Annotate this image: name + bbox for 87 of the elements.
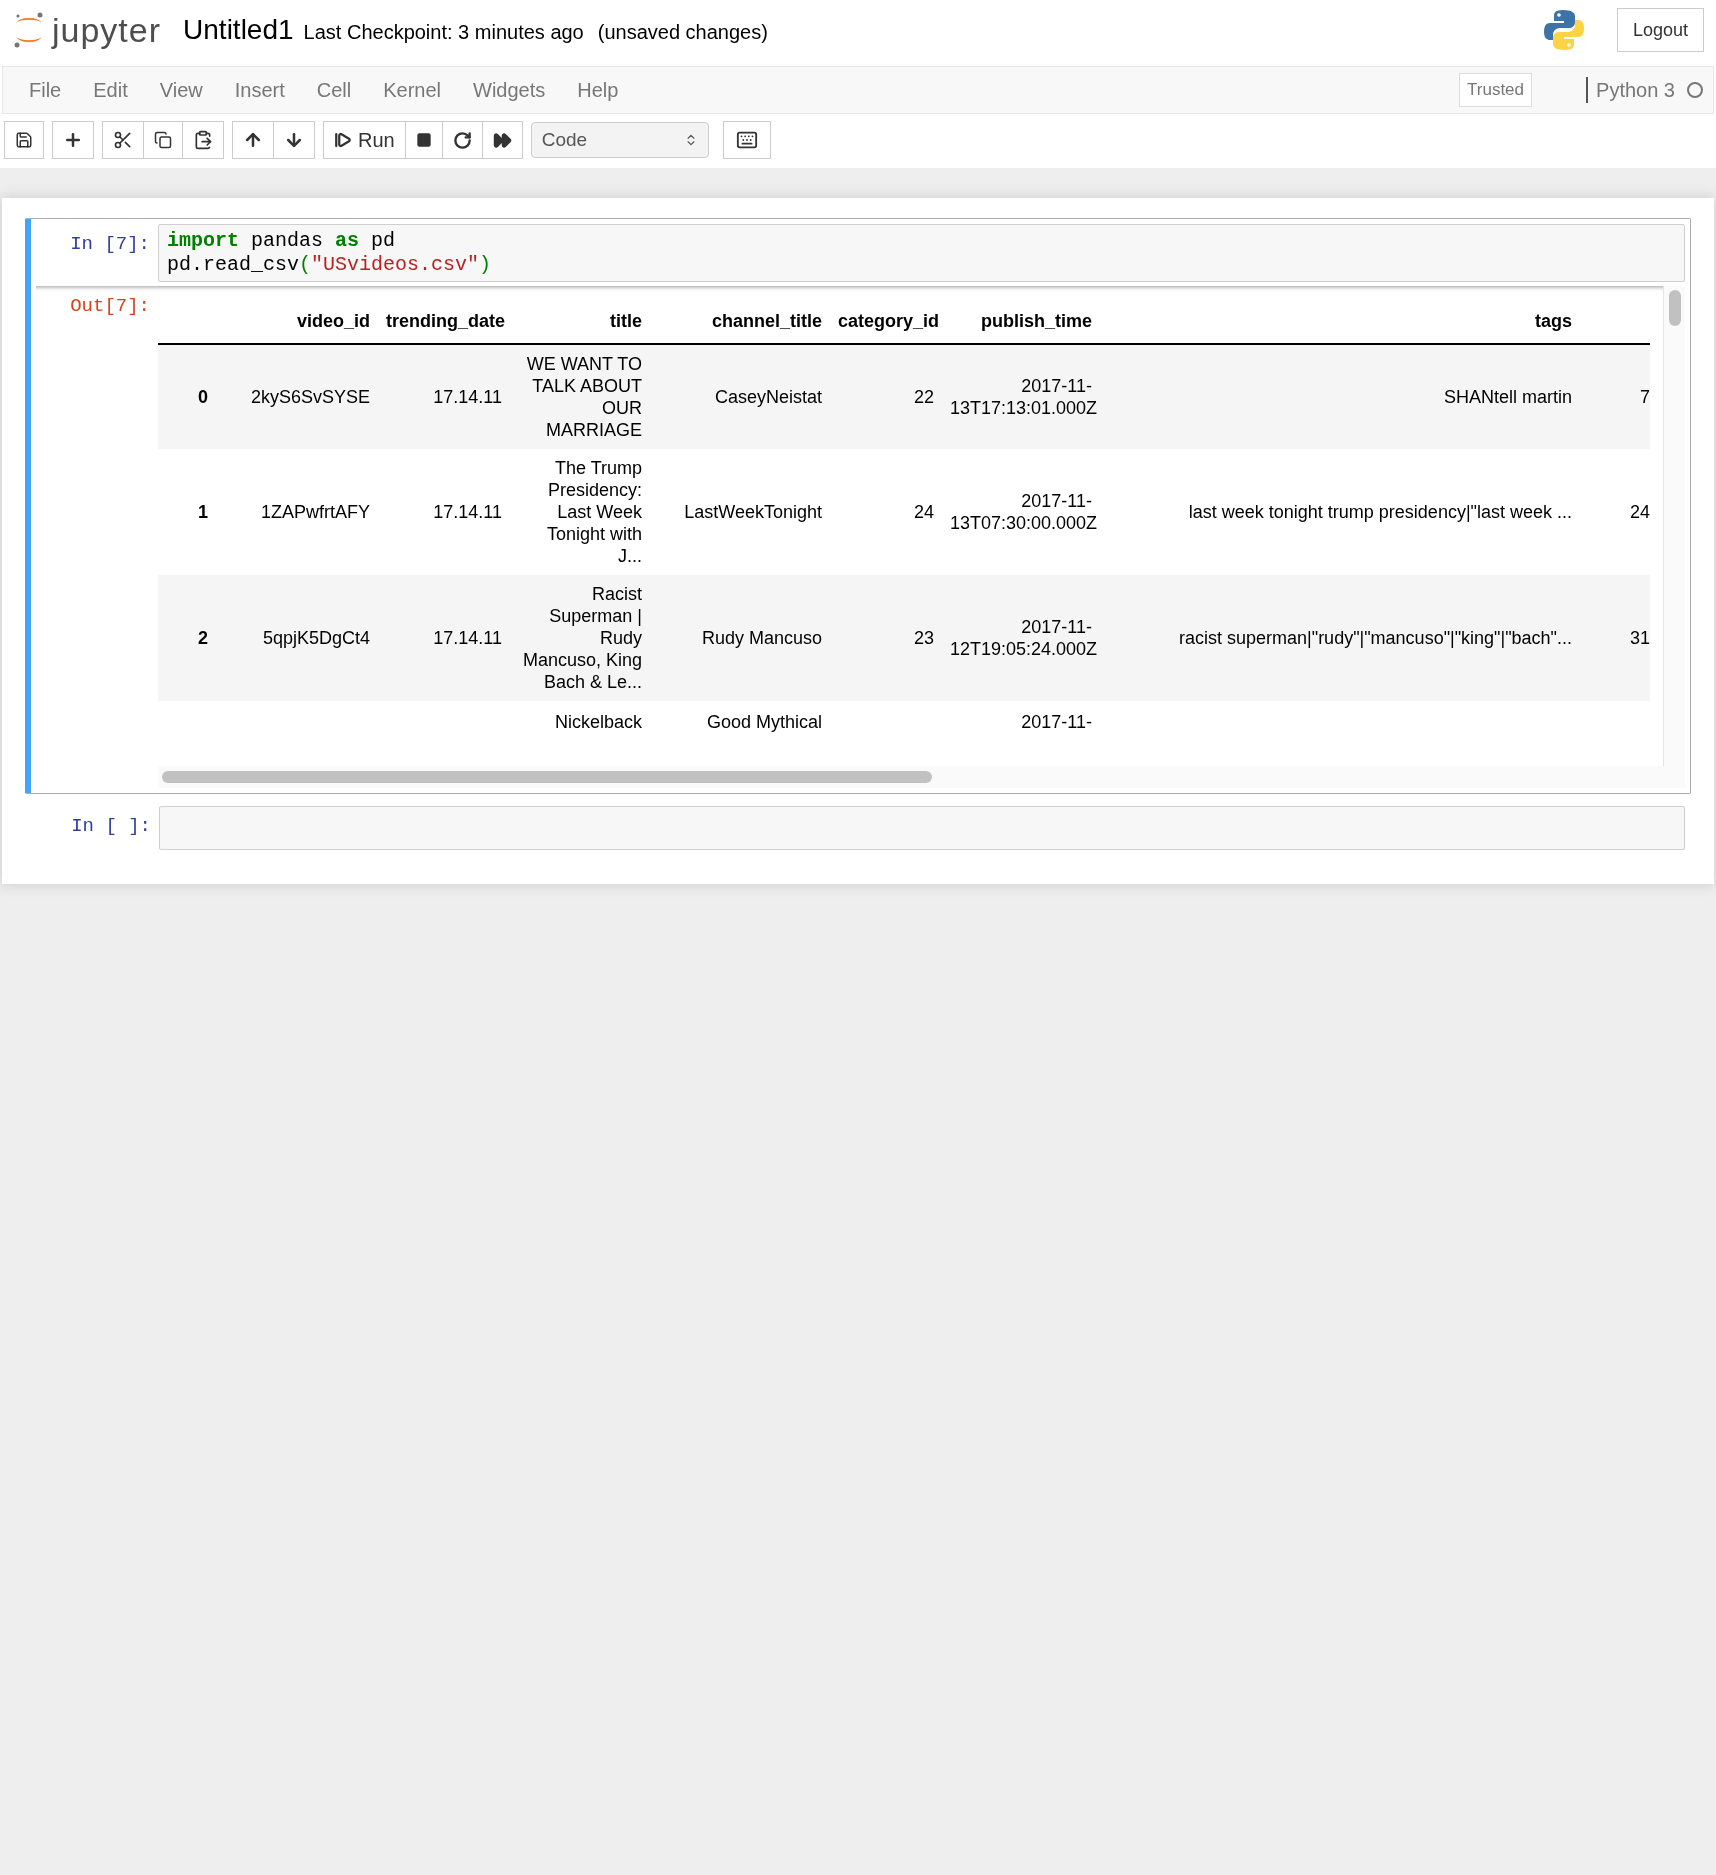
horizontal-scrollbar[interactable]: [158, 766, 1685, 788]
cell-type-select[interactable]: Code: [530, 122, 709, 158]
input-prompt: In [7]:: [70, 233, 150, 255]
column-header: trending_date: [386, 311, 505, 331]
table-cell: Racist Superman | Rudy Mancuso, King Bach & Le...: [522, 584, 642, 692]
menu-item[interactable]: Kernel: [367, 75, 457, 105]
table-cell: Nickelback: [554, 712, 642, 732]
table-cell: 31: [1629, 628, 1650, 648]
stop-icon: [415, 132, 432, 148]
menu-item[interactable]: File: [13, 75, 78, 105]
table-cell: 2017-11-: [1021, 712, 1092, 732]
table-cell: 17.14.11: [433, 502, 502, 522]
save-button[interactable]: [4, 121, 44, 159]
notebook-cell[interactable]: [25, 218, 1691, 794]
row-index: 1: [198, 502, 208, 522]
table-cell: 7: [1640, 387, 1650, 407]
table-cell: 17.14.11: [433, 387, 502, 407]
table-cell: SHANtell martin: [1443, 387, 1572, 407]
table-cell: 2017-11-13T17:13:01.000Z: [950, 376, 1098, 418]
python-logo-icon: [1542, 8, 1585, 52]
run-button[interactable]: Run: [323, 121, 406, 159]
restart-icon: [452, 130, 472, 150]
row-index: 0: [198, 387, 208, 407]
stop-button[interactable]: [404, 121, 443, 159]
kernel-name: Python 3: [1596, 78, 1675, 103]
move-up-button[interactable]: [232, 121, 274, 159]
keyboard-shortcuts-button[interactable]: [722, 121, 771, 159]
table-cell: Rudy Mancuso: [701, 628, 822, 648]
menu-item[interactable]: Widgets: [457, 75, 562, 105]
copy-icon: [154, 131, 172, 149]
table-cell: 2017-11-12T19:05:24.000Z: [950, 617, 1098, 659]
column-header: publish_time: [981, 311, 1092, 331]
row-index: 2: [198, 628, 208, 648]
menu-item[interactable]: View: [143, 75, 219, 105]
table-cell: 2017-11-13T07:30:00.000Z: [950, 491, 1098, 533]
column-header: category_id: [838, 311, 940, 331]
table-cell: 24: [913, 502, 934, 522]
table-cell: CaseyNeistat: [714, 387, 822, 407]
menu-item[interactable]: Edit: [77, 75, 144, 105]
table-cell: 2kyS6SvSYSE: [250, 387, 370, 407]
table-cell: WE WANT TO TALK ABOUT OUR MARRIAGE: [526, 354, 642, 440]
input-prompt: In [ ]:: [71, 815, 151, 837]
table-cell: The Trump Presidency: Last Week Tonight with J...: [546, 458, 642, 566]
fast-forward-icon: [492, 130, 512, 150]
plus-icon: [63, 130, 83, 150]
step-forward-icon: [334, 131, 352, 149]
notebook-cell[interactable]: In [ ]:: [25, 800, 1691, 856]
paste-icon: [193, 130, 213, 150]
menu-item[interactable]: Insert: [218, 75, 301, 105]
move-down-button[interactable]: [273, 121, 315, 159]
save-status: (unsaved changes): [597, 20, 768, 45]
scissors-icon: [113, 130, 133, 150]
table-cell: 22: [913, 387, 934, 407]
table-cell: last week tonight trump presidency|"last week ...: [1188, 502, 1572, 522]
table-cell: 17.14.11: [433, 628, 502, 648]
output-prompt: Out[7]:: [70, 295, 150, 317]
menu-item[interactable]: Cell: [300, 75, 368, 105]
jupyter-logo-text[interactable]: jupyter: [52, 4, 162, 56]
table-cell: 5qpjK5DgCt4: [262, 628, 370, 648]
cut-button[interactable]: [102, 121, 144, 159]
restart-button[interactable]: [441, 121, 483, 159]
copy-button[interactable]: [143, 121, 183, 159]
table-cell: Good Mythical: [706, 712, 822, 732]
table-cell: racist superman|"rudy"|"mancuso"|"king"|"bach"...: [1179, 628, 1572, 648]
table-cell: 24: [1629, 502, 1650, 522]
checkpoint-text: Last Checkpoint: 3 minutes ago: [303, 20, 584, 45]
column-header: video_id: [296, 311, 370, 331]
menu-item[interactable]: Help: [561, 75, 635, 105]
column-header: channel_title: [711, 311, 822, 331]
code-input[interactable]: import pandas as pd pd.read_csv("USvideos.csv"): [158, 224, 1685, 282]
arrow-down-icon: [284, 130, 304, 150]
table-cell: 23: [913, 628, 934, 648]
table-cell: LastWeekTonight: [684, 502, 822, 522]
trusted-indicator[interactable]: Trusted: [1459, 73, 1533, 107]
insert-cell-button[interactable]: [52, 121, 94, 159]
keyboard-icon: [735, 129, 758, 151]
notebook-name[interactable]: Untitled1: [183, 9, 294, 51]
run-all-button[interactable]: [481, 121, 523, 159]
logout-button[interactable]: Logout: [1616, 8, 1704, 52]
save-icon: [15, 131, 33, 149]
table-cell: 1ZAPwfrtAFY: [260, 502, 370, 522]
vertical-scrollbar[interactable]: [1663, 286, 1685, 766]
paste-button[interactable]: [182, 121, 224, 159]
arrow-up-icon: [243, 130, 263, 150]
code-input[interactable]: [159, 806, 1685, 850]
column-header: tags: [1535, 311, 1572, 331]
column-header: title: [610, 311, 642, 331]
